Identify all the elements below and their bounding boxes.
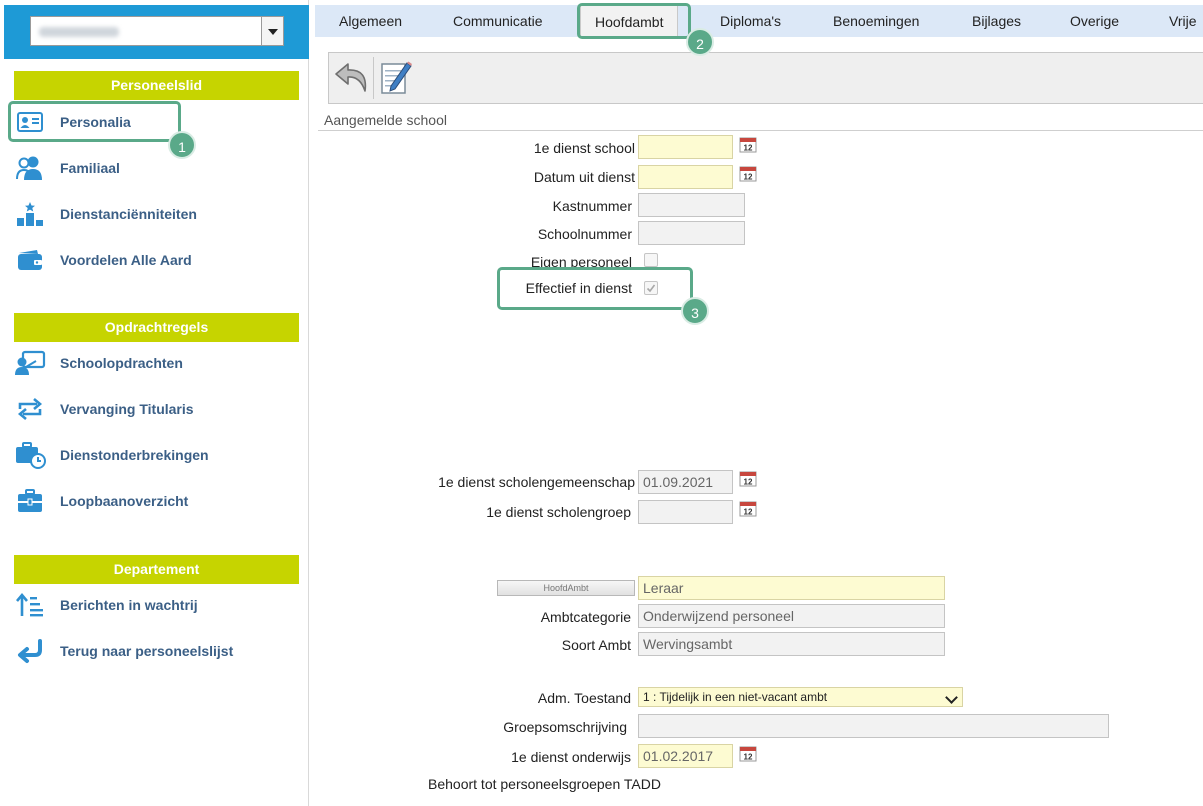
label-1e-dienst-scholengemeenschap: 1e dienst scholengemeenschap bbox=[438, 474, 635, 490]
sidebar-item-label: Loopbaanoverzicht bbox=[60, 493, 189, 509]
tab-benoemingen[interactable]: Benoemingen bbox=[833, 5, 919, 37]
sidebar-item-label: Berichten in wachtrij bbox=[60, 597, 198, 613]
svg-text:12: 12 bbox=[744, 753, 753, 762]
sidebar-item-terug[interactable]: Terug naar personeelslijst bbox=[14, 633, 304, 669]
tab-diplomas[interactable]: Diploma's bbox=[720, 5, 781, 37]
sidebar-item-dienstancienniteiten[interactable]: Dienstanciënniteiten bbox=[14, 196, 304, 232]
label-ambtcategorie: Ambtcategorie bbox=[540, 609, 631, 625]
tab-bar: Algemeen Communicatie Hoofdambt Diploma'… bbox=[315, 5, 1203, 37]
input-1e-dienst-onderwijs[interactable]: 01.02.2017 bbox=[638, 744, 733, 768]
highlight-effectief-in-dienst bbox=[497, 267, 693, 310]
input-soort-ambt[interactable]: Wervingsambt bbox=[638, 632, 945, 656]
toolbar-divider bbox=[373, 57, 374, 99]
sidebar-item-dienstonderbrekingen[interactable]: Dienstonderbrekingen bbox=[14, 437, 304, 473]
calendar-icon[interactable]: 12 bbox=[739, 471, 757, 487]
input-schoolnummer[interactable] bbox=[638, 221, 745, 245]
checkbox-eigen-personeel[interactable] bbox=[644, 253, 658, 267]
svg-text:12: 12 bbox=[744, 173, 753, 182]
school-select-value bbox=[39, 27, 119, 37]
sidebar-item-label: Familiaal bbox=[60, 160, 120, 176]
school-caption: Aangemelde school bbox=[324, 112, 447, 128]
svg-text:12: 12 bbox=[744, 508, 753, 517]
sidebar-header bbox=[4, 5, 309, 59]
input-groepsomschrijving[interactable] bbox=[638, 714, 1109, 738]
sidebar-item-vervanging-titularis[interactable]: Vervanging Titularis bbox=[14, 391, 304, 427]
step-badge-2: 2 bbox=[686, 28, 714, 56]
calendar-icon[interactable]: 12 bbox=[739, 501, 757, 517]
undo-icon bbox=[335, 63, 367, 92]
section-departement: Departement bbox=[14, 555, 299, 584]
sort-list-icon bbox=[14, 591, 46, 619]
select-adm-toestand-value: 1 : Tijdelijk in een niet-vacant ambt bbox=[643, 690, 828, 704]
label-adm-toestand: Adm. Toestand bbox=[537, 690, 631, 706]
sidebar-item-label: Vervanging Titularis bbox=[60, 401, 194, 417]
swap-arrows-icon bbox=[14, 395, 46, 423]
undo-button[interactable] bbox=[331, 56, 373, 100]
sidebar-item-schoolopdrachten[interactable]: Schoolopdrachten bbox=[14, 345, 304, 381]
input-datum-uit-dienst[interactable] bbox=[638, 165, 733, 189]
tab-communicatie[interactable]: Communicatie bbox=[453, 5, 542, 37]
chevron-down-icon bbox=[945, 691, 958, 704]
select-adm-toestand[interactable]: 1 : Tijdelijk in een niet-vacant ambt bbox=[638, 687, 963, 707]
toolbar bbox=[328, 52, 1203, 104]
hoofdambt-button[interactable]: HoofdAmbt bbox=[497, 580, 635, 596]
section-personeelslid: Personeelslid bbox=[14, 71, 299, 100]
wallet-icon bbox=[14, 246, 46, 274]
sidebar-item-label: Dienstonderbrekingen bbox=[60, 447, 209, 463]
tab-vrije[interactable]: Vrije bbox=[1169, 5, 1197, 37]
label-1e-dienst-onderwijs: 1e dienst onderwijs bbox=[511, 749, 631, 765]
input-ambtcategorie[interactable]: Onderwijzend personeel bbox=[638, 604, 945, 628]
label-1e-dienst-scholengroep: 1e dienst scholengroep bbox=[486, 504, 631, 520]
highlight-personalia bbox=[8, 101, 181, 142]
label-soort-ambt: Soort Ambt bbox=[561, 637, 631, 653]
sidebar-item-label: Voordelen Alle Aard bbox=[60, 252, 192, 268]
section-opdrachtregels: Opdrachtregels bbox=[14, 313, 299, 342]
step-badge-1: 1 bbox=[168, 131, 196, 159]
calendar-icon[interactable]: 12 bbox=[739, 137, 757, 153]
highlight-hoofdambt-tab bbox=[577, 3, 691, 39]
input-1e-dienst-scholengemeenschap[interactable]: 01.09.2021 bbox=[638, 470, 733, 494]
edit-button[interactable] bbox=[375, 56, 417, 100]
label-1e-dienst-school: 1e dienst school bbox=[533, 140, 635, 156]
briefcase-clock-icon bbox=[14, 441, 46, 469]
sidebar-item-label: Dienstanciënniteiten bbox=[60, 206, 197, 222]
sidebar-item-label: Schoolopdrachten bbox=[60, 355, 183, 371]
tab-algemeen[interactable]: Algemeen bbox=[339, 5, 402, 37]
sidebar-item-label: Terug naar personeelslijst bbox=[60, 643, 234, 659]
return-arrow-icon bbox=[14, 637, 46, 665]
caption-divider bbox=[318, 130, 1203, 131]
input-1e-dienst-scholengroep[interactable] bbox=[638, 500, 733, 524]
sidebar-item-familiaal[interactable]: Familiaal bbox=[14, 150, 304, 186]
users-icon bbox=[14, 154, 46, 182]
edit-note-icon bbox=[381, 61, 412, 94]
teacher-board-icon bbox=[14, 349, 46, 377]
calendar-icon[interactable]: 12 bbox=[739, 746, 757, 762]
sidebar-item-voordelen[interactable]: Voordelen Alle Aard bbox=[14, 242, 304, 278]
sidebar-item-loopbaanoverzicht[interactable]: Loopbaanoverzicht bbox=[14, 483, 304, 519]
tab-overige[interactable]: Overige bbox=[1070, 5, 1119, 37]
label-schoolnummer: Schoolnummer bbox=[537, 226, 632, 242]
tab-bijlages[interactable]: Bijlages bbox=[972, 5, 1021, 37]
input-1e-dienst-school[interactable] bbox=[638, 135, 733, 159]
chevron-down-icon[interactable] bbox=[261, 17, 283, 45]
label-kastnummer: Kastnummer bbox=[552, 198, 632, 214]
input-hoofdambt[interactable]: Leraar bbox=[638, 576, 945, 600]
briefcase-icon bbox=[14, 487, 46, 515]
calendar-icon[interactable]: 12 bbox=[739, 166, 757, 182]
svg-text:12: 12 bbox=[744, 478, 753, 487]
school-select[interactable] bbox=[30, 16, 284, 46]
podium-icon bbox=[14, 200, 46, 228]
svg-text:12: 12 bbox=[744, 144, 753, 153]
label-personeelsgroepen: Behoort tot personeelsgroepen TADD bbox=[428, 776, 661, 792]
label-datum-uit-dienst: Datum uit dienst bbox=[533, 169, 635, 185]
step-badge-3: 3 bbox=[681, 297, 709, 325]
label-groepsomschrijving: Groepsomschrijving bbox=[503, 719, 627, 735]
input-kastnummer[interactable] bbox=[638, 193, 745, 217]
sidebar-item-berichten[interactable]: Berichten in wachtrij bbox=[14, 587, 304, 623]
